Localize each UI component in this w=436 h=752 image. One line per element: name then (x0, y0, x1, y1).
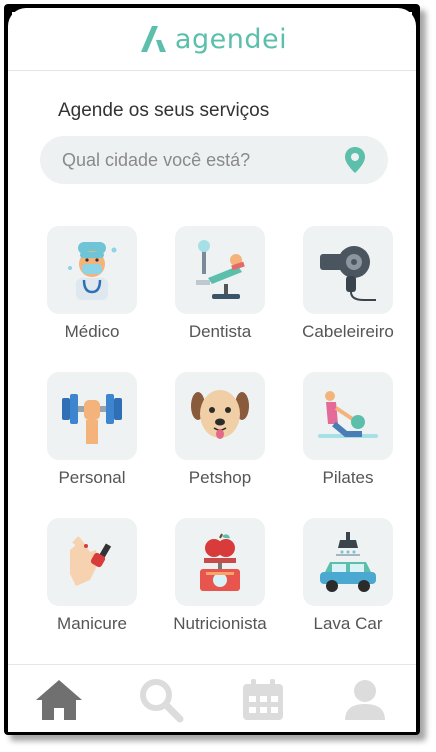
category-label: Manicure (57, 614, 127, 633)
location-pin-icon[interactable] (344, 146, 366, 174)
category-tile[interactable] (303, 372, 393, 460)
category-tile[interactable] (175, 518, 265, 606)
category-nutricionista[interactable]: Nutricionista (156, 518, 284, 634)
nav-profile[interactable] (335, 675, 395, 725)
page-heading: Agende os seus serviços (58, 100, 270, 121)
bottom-navigation (8, 664, 416, 732)
nav-search[interactable] (131, 675, 191, 725)
category-manicure[interactable]: Manicure (28, 518, 156, 634)
doctor-icon (68, 242, 117, 300)
category-label: Médico (64, 322, 120, 341)
category-label: Lava Car (313, 614, 383, 633)
car-wash-icon (320, 532, 376, 592)
category-lava-car[interactable]: Lava Car (284, 518, 412, 634)
category-label: Cabeleireiro (302, 322, 394, 341)
category-tile[interactable] (303, 518, 393, 606)
category-label: Nutricionista (173, 614, 267, 633)
dumbbell-icon (62, 394, 122, 444)
scale-apple-icon (200, 533, 240, 591)
app-header: agendei (8, 8, 416, 71)
dentist-chair-icon (196, 240, 245, 299)
search-icon[interactable] (138, 677, 184, 723)
brand-name: agendei (174, 23, 288, 55)
city-search-placeholder: Qual cidade você está? (62, 149, 251, 170)
category-tile[interactable] (175, 372, 265, 460)
category-medico[interactable]: Médico (28, 226, 156, 342)
pilates-icon (318, 391, 378, 438)
category-tile[interactable] (47, 372, 137, 460)
category-label: Petshop (188, 468, 252, 487)
category-tile[interactable] (47, 226, 137, 314)
nail-polish-icon (70, 536, 112, 586)
category-tile[interactable] (47, 518, 137, 606)
category-label: Pilates (322, 468, 374, 487)
category-personal[interactable]: Personal (28, 372, 156, 488)
hair-dryer-icon (320, 246, 376, 301)
category-label: Dentista (188, 322, 252, 341)
category-dentista[interactable]: Dentista (156, 226, 284, 342)
logo-mark-icon (140, 26, 166, 52)
category-petshop[interactable]: Petshop (156, 372, 284, 488)
dog-icon (191, 390, 249, 439)
category-grid: Médico Dentista Cabeleireiro Personal Pe… (28, 226, 398, 634)
profile-icon[interactable] (343, 678, 387, 722)
category-tile[interactable] (175, 226, 265, 314)
nav-calendar[interactable] (233, 675, 293, 725)
nav-home[interactable] (29, 675, 89, 725)
category-pilates[interactable]: Pilates (284, 372, 412, 488)
category-tile[interactable] (303, 226, 393, 314)
category-label: Personal (58, 468, 126, 487)
calendar-icon[interactable] (241, 678, 285, 722)
city-search-field[interactable]: Qual cidade você está? (40, 136, 388, 184)
home-icon[interactable] (34, 678, 84, 722)
app-screen: agendei Agende os seus serviços Qual cid… (8, 8, 416, 732)
category-cabeleireiro[interactable]: Cabeleireiro (284, 226, 412, 342)
brand-logo: agendei (137, 22, 287, 56)
